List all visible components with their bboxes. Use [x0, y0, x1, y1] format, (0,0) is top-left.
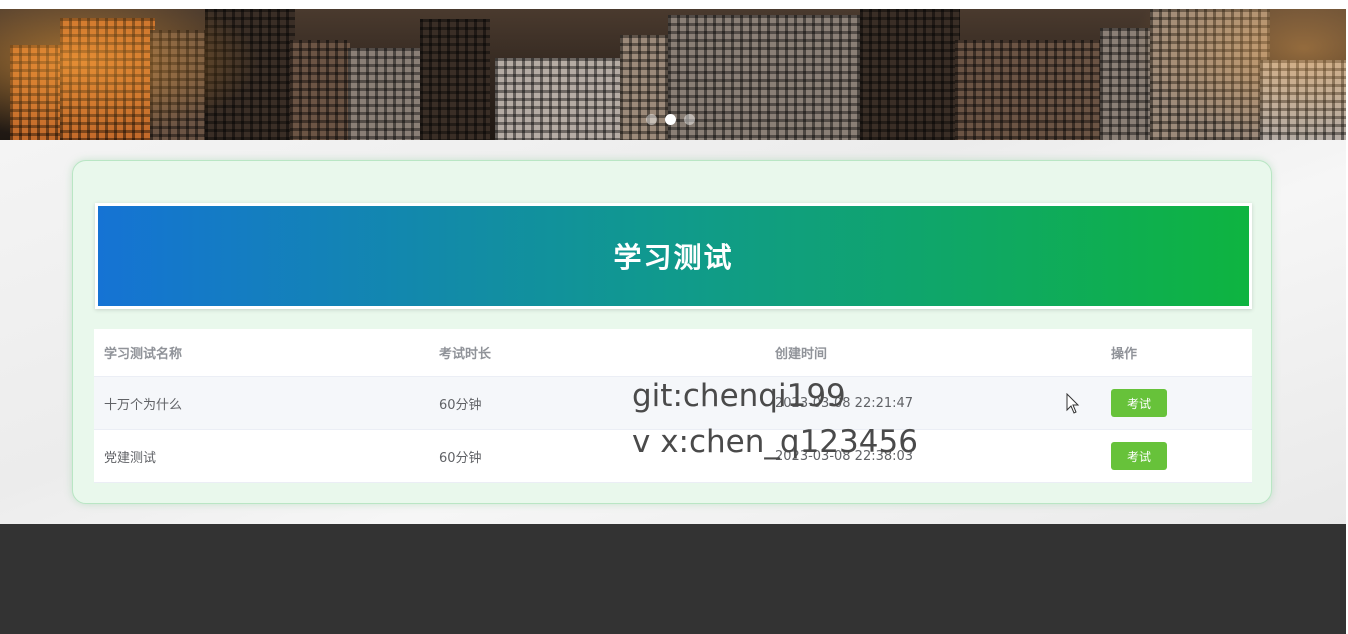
section-title: 学习测试 — [613, 241, 734, 274]
header-action: 操作 — [1111, 347, 1138, 362]
building-shape — [420, 19, 490, 140]
carousel-dot[interactable] — [646, 113, 657, 125]
building-shape — [495, 58, 625, 140]
sunlight-overlay — [1128, 9, 1348, 140]
page-footer — [0, 524, 1346, 634]
top-strip — [0, 0, 1348, 9]
header-name: 学习测试名称 — [104, 347, 183, 362]
content-area: 学习测试 学习测试名称 考试时长 创建时间 操作 十万个为什么 60分钟 202… — [0, 140, 1348, 524]
section-title-bar: 学习测试 — [95, 203, 1252, 309]
exam-name: 党建测试 — [104, 450, 157, 466]
building-shape — [860, 9, 960, 140]
header-created: 创建时间 — [775, 347, 828, 362]
exam-action-cell: 考试 — [1111, 377, 1167, 429]
exam-duration: 60分钟 — [439, 450, 482, 466]
carousel-dot-active[interactable] — [665, 113, 676, 125]
carousel-dot[interactable] — [684, 113, 695, 125]
start-exam-button[interactable]: 考试 — [1111, 442, 1167, 470]
table-header-row: 学习测试名称 考试时长 创建时间 操作 — [94, 329, 1252, 377]
building-shape — [668, 15, 868, 140]
start-exam-button[interactable]: 考试 — [1111, 389, 1167, 417]
watermark-line-1: git:chenqi199 — [632, 378, 846, 414]
carousel-indicators — [646, 112, 695, 126]
building-shape — [955, 40, 1105, 140]
mouse-cursor-icon — [1066, 393, 1080, 414]
sunlight-overlay — [0, 9, 260, 140]
building-shape — [290, 40, 350, 140]
exam-name: 十万个为什么 — [104, 397, 183, 413]
header-duration: 考试时长 — [439, 347, 492, 362]
exam-action-cell: 考试 — [1111, 430, 1167, 482]
banner-carousel[interactable] — [0, 9, 1348, 140]
watermark-line-2: v x:chen_q123456 — [632, 424, 918, 460]
exam-duration: 60分钟 — [439, 397, 482, 413]
